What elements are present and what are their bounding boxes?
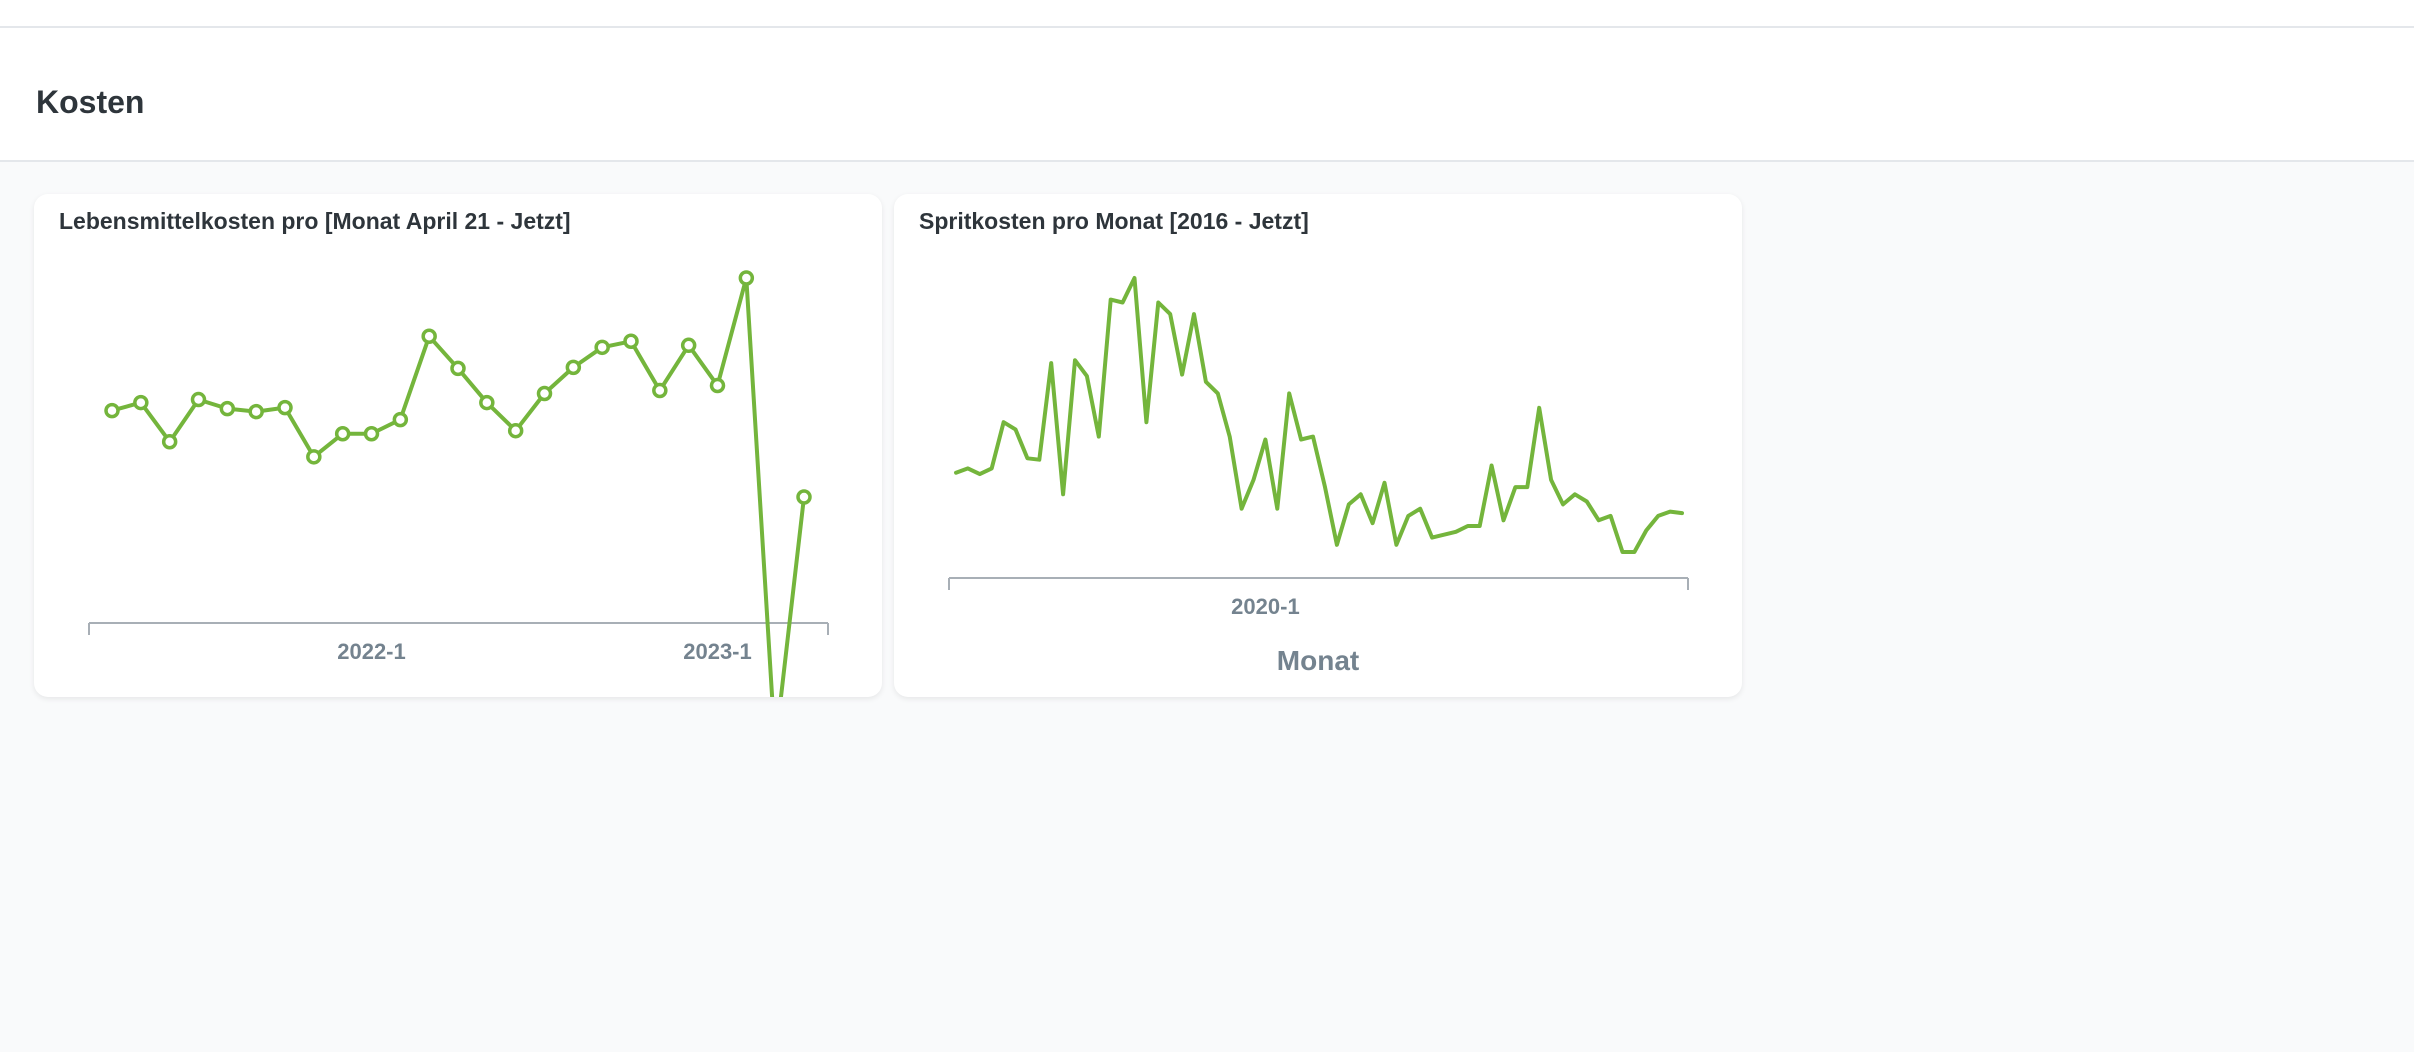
top-navigation-bar bbox=[0, 0, 2414, 28]
data-point[interactable] bbox=[680, 337, 697, 354]
data-point[interactable] bbox=[796, 489, 812, 505]
data-point[interactable] bbox=[450, 360, 466, 377]
data-point[interactable] bbox=[421, 328, 437, 345]
data-point[interactable] bbox=[277, 399, 293, 416]
data-point[interactable] bbox=[363, 425, 380, 442]
data-point[interactable] bbox=[709, 377, 726, 394]
x-axis bbox=[948, 577, 1689, 590]
data-point[interactable] bbox=[190, 391, 207, 408]
data-point[interactable] bbox=[248, 403, 264, 420]
card-title[interactable]: Spritkosten pro Monat [2016 - Jetzt] bbox=[919, 208, 1309, 235]
data-point[interactable] bbox=[738, 270, 755, 286]
dashcard-lebensmittelkosten[interactable]: 2022-1 2023-1 Lebensmittelkosten pro [Mon… bbox=[34, 194, 882, 697]
data-point[interactable] bbox=[219, 400, 236, 417]
x-tick-label: 2020-1 bbox=[1231, 594, 1300, 619]
data-point[interactable] bbox=[565, 359, 582, 376]
data-point[interactable] bbox=[479, 394, 495, 411]
x-tick-label: 2023-1 bbox=[683, 639, 752, 664]
line-chart-lebensmittelkosten: 2022-1 2023-1 bbox=[88, 270, 829, 697]
data-point[interactable] bbox=[133, 394, 149, 411]
data-point[interactable] bbox=[536, 385, 553, 402]
line-chart-spritkosten: 2020-1 Monat bbox=[948, 276, 1689, 676]
x-axis bbox=[88, 622, 829, 635]
card-title[interactable]: Lebensmittelkosten pro [Monat April 21 -… bbox=[59, 208, 571, 235]
data-point[interactable] bbox=[594, 339, 610, 356]
data-point[interactable] bbox=[652, 382, 668, 399]
dashcard-spritkosten[interactable]: 2020-1 Monat Spritkosten pro Monat [2016 … bbox=[894, 194, 1742, 697]
x-tick-label: 2022-1 bbox=[337, 639, 406, 664]
data-point[interactable] bbox=[104, 402, 120, 419]
data-point[interactable] bbox=[392, 411, 409, 428]
x-axis-title: Monat bbox=[1277, 645, 1359, 676]
page-title: Kosten bbox=[36, 84, 145, 120]
series-line bbox=[954, 276, 1684, 554]
data-point[interactable] bbox=[161, 433, 178, 450]
data-point[interactable] bbox=[306, 449, 322, 465]
data-point[interactable] bbox=[623, 333, 639, 350]
series-line bbox=[110, 276, 806, 697]
data-point[interactable] bbox=[334, 425, 351, 442]
dashboard-header: Kosten bbox=[0, 28, 2414, 162]
data-point[interactable] bbox=[507, 422, 524, 439]
